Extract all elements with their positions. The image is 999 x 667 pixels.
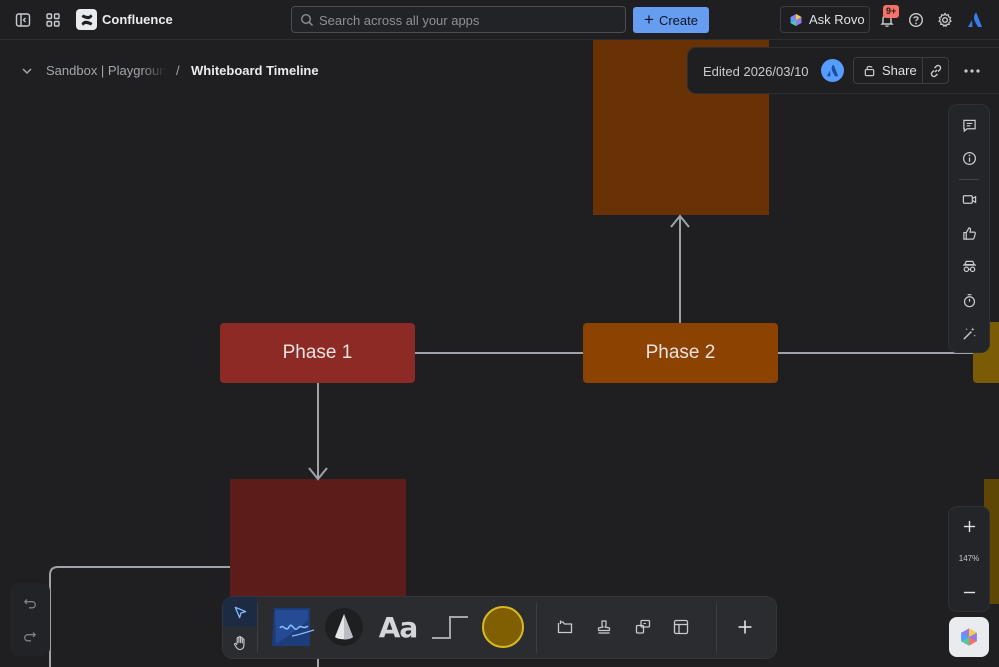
zoom-level[interactable]: 147% [949, 554, 989, 563]
redo-icon[interactable] [20, 626, 40, 646]
video-icon[interactable] [959, 189, 979, 209]
hand-icon [233, 635, 245, 650]
undo-icon[interactable] [20, 593, 40, 613]
edited-timestamp[interactable]: Edited 2026/03/10 [703, 64, 809, 79]
help-icon[interactable] [904, 8, 928, 32]
search-icon [300, 13, 314, 27]
connectors-layer [49, 214, 973, 667]
toolbar-divider [716, 603, 717, 653]
connector-tool[interactable] [429, 612, 471, 642]
stamp-icon[interactable] [594, 617, 614, 637]
zoom-in-button[interactable] [959, 516, 979, 536]
plus-icon [963, 520, 975, 532]
zoom-out-button[interactable] [959, 582, 979, 602]
plus-icon: + [644, 10, 654, 29]
hand-tool[interactable] [223, 627, 257, 658]
right-side-toolbar [949, 105, 989, 352]
phase-1-label: Phase 1 [282, 342, 353, 363]
toolbar-divider [257, 603, 258, 653]
text-tool[interactable]: Aa [377, 609, 419, 645]
phase-1-shape[interactable]: Phase 1 [220, 323, 415, 383]
more-options-icon[interactable] [961, 60, 983, 82]
app-name[interactable]: Confluence [102, 12, 173, 27]
breadcrumb-space-link[interactable]: Sandbox | Playground [46, 63, 166, 78]
cone-icon [335, 614, 353, 640]
phase-2-shape[interactable]: Phase 2 [583, 323, 778, 383]
select-tool[interactable] [223, 597, 257, 627]
atlassian-logo-icon[interactable] [963, 8, 987, 32]
avatar-atlassian-icon [826, 64, 839, 77]
app-switcher-icon[interactable] [41, 8, 65, 32]
template-icon[interactable] [671, 617, 691, 637]
pen-scribble-icon [272, 608, 315, 646]
ask-rovo-button[interactable]: Ask Rovo [780, 6, 870, 33]
toolbar-divider [959, 179, 979, 180]
comment-icon[interactable] [959, 115, 979, 135]
confluence-logo-icon[interactable] [76, 9, 97, 30]
minus-icon [963, 591, 975, 593]
phase-2-label: Phase 2 [645, 342, 716, 363]
breadcrumb-separator: / [176, 63, 180, 78]
page-title[interactable]: Whiteboard Timeline [191, 63, 319, 78]
top-navigation-bar: Confluence Search across all your apps +… [0, 0, 999, 40]
lock-icon [864, 65, 875, 77]
cursor-icon [234, 606, 246, 618]
rovo-chat-button[interactable] [949, 617, 989, 657]
magic-wand-icon[interactable] [959, 323, 979, 343]
shapes-icon[interactable] [633, 617, 653, 637]
plus-icon[interactable] [735, 617, 755, 637]
elbow-connector-icon [432, 616, 468, 639]
create-button[interactable]: + Create [633, 7, 709, 33]
zoom-controls: 147% [949, 507, 989, 611]
avatar[interactable] [821, 59, 844, 82]
create-button-label: Create [658, 12, 698, 28]
search-input[interactable]: Search across all your apps [291, 6, 626, 33]
collapse-chevron-icon[interactable] [19, 63, 35, 79]
settings-gear-icon[interactable] [933, 8, 957, 32]
shape-cone-tool[interactable] [325, 608, 363, 646]
undo-redo-panel [10, 583, 50, 656]
sidebar-toggle-icon[interactable] [11, 8, 35, 32]
link-icon [930, 64, 941, 77]
frame-icon[interactable] [555, 617, 575, 637]
notifications-badge: 9+ [883, 5, 900, 18]
rovo-icon [790, 13, 802, 26]
pen-tool[interactable] [270, 606, 316, 648]
info-icon[interactable] [959, 148, 979, 168]
timer-icon[interactable] [959, 290, 979, 310]
creation-toolbar: Aa [223, 597, 776, 658]
thumbs-up-icon[interactable] [959, 223, 979, 243]
toolbar-divider [536, 603, 537, 653]
circle-shape-tool[interactable] [482, 606, 524, 648]
rovo-icon [961, 628, 977, 646]
copy-link-button[interactable] [922, 57, 949, 84]
ask-rovo-label: Ask Rovo [809, 12, 865, 27]
spy-icon[interactable] [959, 256, 979, 276]
connector-loop-left[interactable] [49, 566, 230, 667]
search-placeholder: Search across all your apps [319, 13, 480, 28]
share-button[interactable]: Share [853, 57, 923, 84]
share-label: Share [882, 63, 917, 78]
